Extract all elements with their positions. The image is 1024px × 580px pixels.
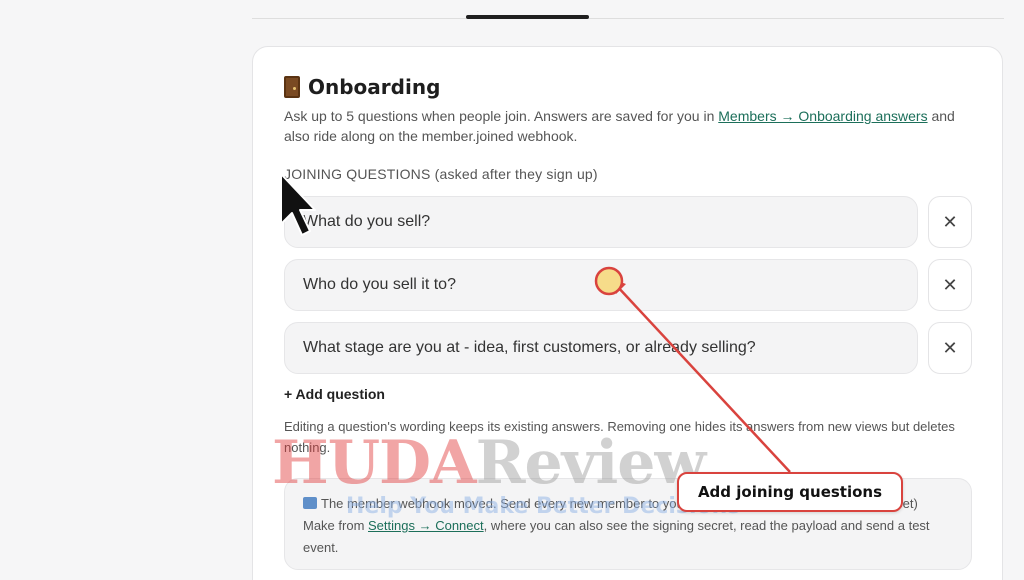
question-input-3[interactable]: What stage are you at - idea, first cust… bbox=[284, 322, 918, 374]
mouse-pointer-icon bbox=[280, 173, 316, 236]
close-icon: ✕ bbox=[942, 274, 958, 295]
question-row: What stage are you at - idea, first cust… bbox=[284, 322, 972, 374]
top-divider bbox=[252, 18, 1004, 19]
remove-question-button[interactable]: ✕ bbox=[928, 259, 972, 311]
joining-questions-label: JOINING QUESTIONS (asked after they sign… bbox=[284, 166, 598, 182]
section-title-text: Onboarding bbox=[308, 75, 441, 99]
question-row: Who do you sell it to? ✕ bbox=[284, 259, 972, 311]
remove-question-button[interactable]: ✕ bbox=[928, 322, 972, 374]
close-icon: ✕ bbox=[942, 337, 958, 358]
active-tab-indicator bbox=[466, 15, 589, 19]
door-icon bbox=[284, 76, 300, 98]
close-icon: ✕ bbox=[942, 211, 958, 232]
description-text: Ask up to 5 questions when people join. … bbox=[284, 108, 719, 124]
question-input-1[interactable]: What do you sell? bbox=[284, 196, 918, 248]
question-row: What do you sell? ✕ bbox=[284, 196, 972, 248]
question-input-2[interactable]: Who do you sell it to? bbox=[284, 259, 918, 311]
editing-note: Editing a question's wording keeps its e… bbox=[284, 419, 955, 455]
annotation-callout: Add joining questions bbox=[677, 472, 903, 512]
onboarding-answers-link[interactable]: Members → Onboarding answers bbox=[718, 108, 927, 124]
remove-question-button[interactable]: ✕ bbox=[928, 196, 972, 248]
section-title: Onboarding bbox=[284, 74, 440, 100]
settings-connect-link[interactable]: Settings → Connect bbox=[368, 518, 484, 533]
section-description: Ask up to 5 questions when people join. … bbox=[284, 106, 984, 146]
add-question-button[interactable]: + Add question bbox=[284, 386, 385, 402]
inbox-icon bbox=[303, 497, 317, 509]
